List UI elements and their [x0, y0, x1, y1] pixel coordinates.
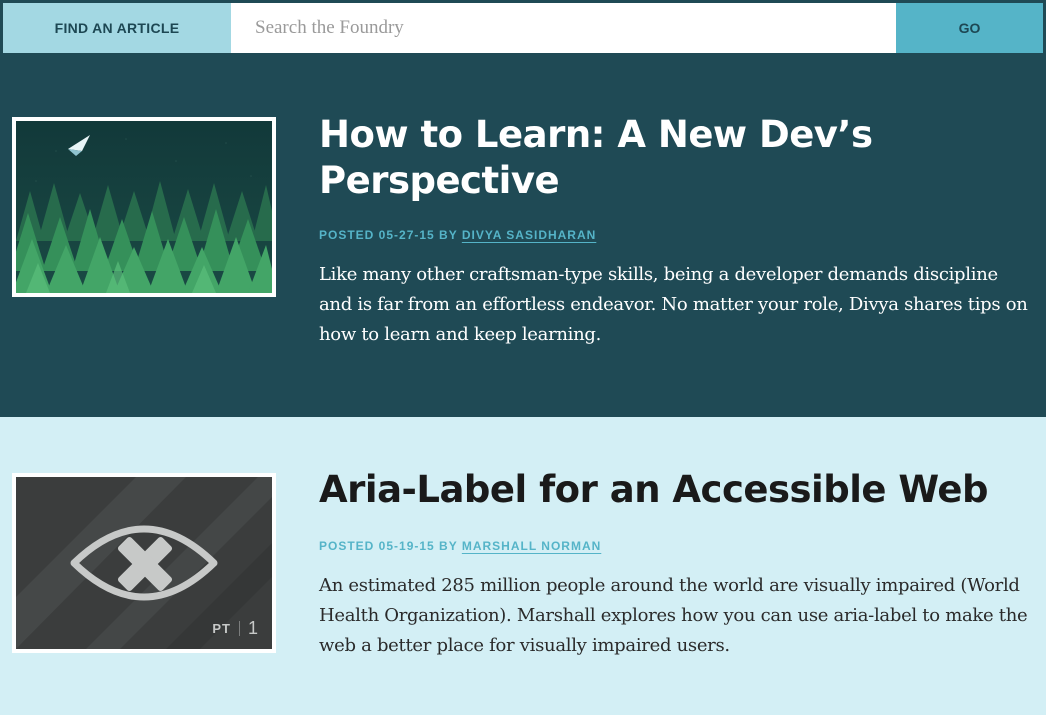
- article-title[interactable]: Aria-Label for an Accessible Web: [319, 467, 1019, 513]
- go-button[interactable]: GO: [896, 3, 1043, 53]
- article-excerpt: An estimated 285 million people around t…: [319, 575, 1028, 656]
- part-prefix: PT: [212, 621, 240, 636]
- article-thumbnail[interactable]: [12, 117, 276, 297]
- article-card: PT 1 Aria-Label for an Accessible Web PO…: [0, 417, 1046, 715]
- find-article-label: FIND AN ARTICLE: [3, 3, 231, 53]
- part-badge: PT 1: [212, 618, 258, 639]
- author-link[interactable]: MARSHALL NORMAN: [462, 539, 601, 553]
- search-input[interactable]: [231, 3, 896, 53]
- article-thumbnail[interactable]: PT 1: [12, 473, 276, 653]
- article-meta: POSTED 05-27-15 BY DIVYA SASIDHARAN: [319, 228, 596, 242]
- article-title[interactable]: How to Learn: A New Dev’s Perspective: [319, 112, 1019, 204]
- article-card: How to Learn: A New Dev’s Perspective PO…: [0, 56, 1046, 417]
- article-excerpt: Like many other craftsman-type skills, b…: [319, 264, 1028, 345]
- posted-date: POSTED 05-27-15 BY: [319, 228, 458, 242]
- article-meta: POSTED 05-19-15 BY MARSHALL NORMAN: [319, 539, 601, 553]
- part-number: 1: [247, 618, 258, 638]
- search-bar: FIND AN ARTICLE GO: [0, 0, 1046, 56]
- posted-date: POSTED 05-19-15 BY: [319, 539, 458, 553]
- author-link[interactable]: DIVYA SASIDHARAN: [462, 228, 596, 242]
- forest-illustration: [16, 121, 272, 293]
